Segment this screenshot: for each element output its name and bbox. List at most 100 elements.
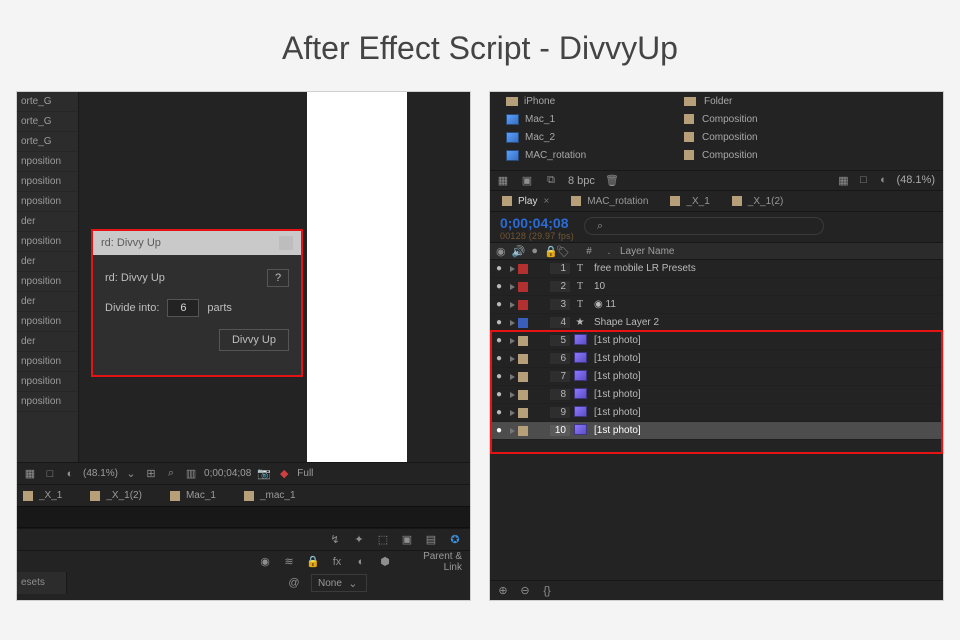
visibility-toggle[interactable]: ●	[490, 299, 508, 310]
color-mgmt-icon[interactable]: ◆	[277, 467, 291, 481]
lock-icon[interactable]: 🔒	[306, 555, 320, 569]
project-item[interactable]: nposition	[17, 372, 78, 392]
divvy-up-button[interactable]: Divvy Up	[219, 329, 289, 351]
project-item[interactable]: der	[17, 332, 78, 352]
color-label[interactable]	[518, 264, 528, 274]
footer-timecode[interactable]: 0;00;04;08	[204, 468, 251, 479]
color-label[interactable]	[518, 390, 528, 400]
dialog-titlebar[interactable]: rd: Divvy Up	[93, 231, 301, 255]
tag-header-icon[interactable]: 🏷	[556, 244, 570, 258]
mask-icon[interactable]: ◐	[876, 173, 890, 187]
project-item[interactable]: nposition	[17, 192, 78, 212]
project-item[interactable]: nposition	[17, 392, 78, 412]
audio-header-icon[interactable]: 🔊	[512, 244, 526, 258]
visibility-toggle[interactable]: ●	[490, 281, 508, 292]
snap-icon[interactable]: ✦	[352, 533, 366, 547]
close-icon[interactable]: ×	[543, 196, 549, 207]
ratio-icon[interactable]: ⊞	[144, 467, 158, 481]
project-item[interactable]: der	[17, 252, 78, 272]
layer-name[interactable]: free mobile LR Presets	[590, 263, 943, 274]
project-item[interactable]: nposition	[17, 352, 78, 372]
current-timecode[interactable]: 0;00;04;08	[500, 215, 574, 231]
grid-icon[interactable]: ▦	[23, 467, 37, 481]
cube-icon[interactable]: ⬚	[376, 533, 390, 547]
timeline-tab[interactable]: MAC_rotation	[571, 196, 648, 207]
twirl-icon[interactable]	[510, 356, 515, 362]
layer-row[interactable]: ●1Tfree mobile LR Presets	[490, 260, 943, 278]
screen-icon[interactable]: □	[856, 173, 870, 187]
visibility-toggle[interactable]: ●	[490, 317, 508, 328]
new-folder-icon[interactable]: ▣	[520, 174, 534, 188]
project-item[interactable]: orte_G	[17, 92, 78, 112]
project-item[interactable]: nposition	[17, 152, 78, 172]
project-item[interactable]: Mac_2Composition	[490, 128, 943, 146]
project-item[interactable]: der	[17, 292, 78, 312]
stack-icon[interactable]: ▤	[424, 533, 438, 547]
layer-row[interactable]: ●8[1st photo]	[490, 386, 943, 404]
color-label[interactable]	[518, 354, 528, 364]
layer-name[interactable]: Shape Layer 2	[590, 317, 943, 328]
parent-dropdown[interactable]: None ⌄	[311, 574, 367, 592]
twirl-icon[interactable]	[510, 392, 515, 398]
eye-icon[interactable]: ◉	[258, 555, 272, 569]
visibility-toggle[interactable]: ●	[490, 263, 508, 274]
region-icon[interactable]: ⌕	[164, 467, 178, 481]
visibility-toggle[interactable]: ●	[490, 425, 508, 436]
fx-icon[interactable]: fx	[330, 555, 344, 569]
twirl-icon[interactable]	[510, 374, 515, 380]
brackets-icon[interactable]: {}	[540, 584, 554, 598]
color-label[interactable]	[518, 282, 528, 292]
twirl-icon[interactable]	[510, 266, 515, 272]
bpc-label[interactable]: 8 bpc	[568, 175, 595, 187]
solo-header-icon[interactable]: ●	[531, 244, 538, 258]
layer-row[interactable]: ●6[1st photo]	[490, 350, 943, 368]
time-slider[interactable]	[17, 506, 470, 528]
screen-icon[interactable]: □	[43, 467, 57, 481]
composition-tab[interactable]: _X_1(2)	[90, 490, 142, 501]
project-item[interactable]: orte_G	[17, 112, 78, 132]
timeline-tab[interactable]: _X_1	[670, 196, 709, 207]
layer-row[interactable]: ●3T◉ 11	[490, 296, 943, 314]
shy-icon[interactable]: ✪	[448, 533, 462, 547]
transparency-icon[interactable]: ▥	[184, 467, 198, 481]
twirl-icon[interactable]	[510, 338, 515, 344]
visibility-toggle[interactable]: ●	[490, 371, 508, 382]
timeline-tab[interactable]: Play ×	[502, 196, 549, 207]
mask-icon[interactable]: ◐	[63, 467, 77, 481]
layer-name[interactable]: [1st photo]	[590, 335, 943, 346]
adjustment-icon[interactable]: ◐	[354, 555, 368, 569]
composition-tab[interactable]: _X_1	[23, 490, 62, 501]
layer-name[interactable]: [1st photo]	[590, 425, 943, 436]
project-item[interactable]: iPhoneFolder	[490, 92, 943, 110]
project-item[interactable]: nposition	[17, 232, 78, 252]
twirl-icon[interactable]	[510, 284, 515, 290]
3d-icon[interactable]: ⬢	[378, 555, 392, 569]
color-label[interactable]	[518, 336, 528, 346]
graph-icon[interactable]: ↯	[328, 533, 342, 547]
project-item[interactable]: orte_G	[17, 132, 78, 152]
layer-row[interactable]: ●5[1st photo]	[490, 332, 943, 350]
twirl-icon[interactable]	[510, 320, 515, 326]
timeline-search-input[interactable]: ⌕	[584, 217, 824, 235]
color-label[interactable]	[518, 318, 528, 328]
grid-icon[interactable]: ▦	[836, 173, 850, 187]
zoom-value[interactable]: (48.1%)	[896, 174, 935, 186]
divide-input[interactable]: 6	[167, 299, 199, 317]
visibility-toggle[interactable]: ●	[490, 353, 508, 364]
new-comp-icon[interactable]: ⧉	[544, 174, 558, 188]
project-item[interactable]: Mac_1Composition	[490, 110, 943, 128]
timeline-tab[interactable]: _X_1(2)	[732, 196, 784, 207]
camera-icon[interactable]: 📷	[257, 467, 271, 481]
pickwhip-icon[interactable]: @	[287, 576, 301, 590]
color-label[interactable]	[518, 300, 528, 310]
color-label[interactable]	[518, 372, 528, 382]
resolution-label[interactable]: Full	[297, 468, 313, 479]
chevron-down-icon[interactable]: ⌄	[124, 467, 138, 481]
layer-name[interactable]: [1st photo]	[590, 407, 943, 418]
zoom-value[interactable]: (48.1%)	[83, 468, 118, 479]
project-item[interactable]: MAC_rotationComposition	[490, 146, 943, 164]
visibility-toggle[interactable]: ●	[490, 389, 508, 400]
visibility-toggle[interactable]: ●	[490, 407, 508, 418]
layer-row[interactable]: ●9[1st photo]	[490, 404, 943, 422]
layer-row[interactable]: ●2T10	[490, 278, 943, 296]
